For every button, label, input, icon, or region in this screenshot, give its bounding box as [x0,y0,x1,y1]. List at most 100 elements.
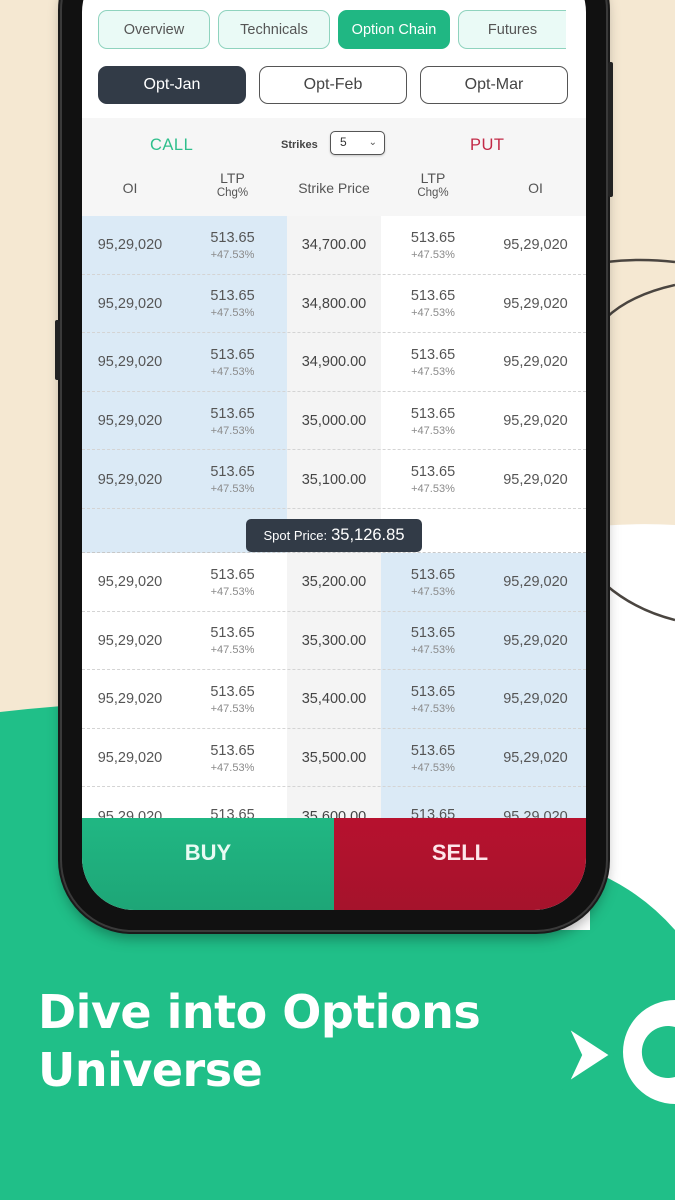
option-chain-row[interactable]: 95,29,020 513.65 +47.53% 35,000.00 513.65 +47… [82,391,586,451]
put-ltp-cell[interactable]: 513.65 +47.53% [381,611,485,671]
call-ltp-cell-change: +47.53% [210,365,255,378]
strikes-dropdown[interactable]: 5 ⌄ [330,131,385,155]
call-oi-cell[interactable]: 95,29,020 [82,274,178,334]
call-ltp-cell-change: +47.53% [210,702,255,715]
call-ltp-cell[interactable]: 513.65 +47.53% [178,553,287,612]
strike-price-cell[interactable]: 35,000.00 [287,391,381,451]
call-oi-cell[interactable]: 95,29,020 [82,216,178,275]
put-oi-cell[interactable]: 95,29,020 [485,670,586,729]
put-ltp-cell-value: 513.65 [410,625,456,642]
app-screen: Overview Technicals Option Chain Futures… [82,0,586,910]
call-oi-cell[interactable]: 95,29,020 [82,553,178,612]
call-ltp-cell-value: 513.65 [210,346,255,363]
call-ltp-cell[interactable]: 513.65 +47.53% [178,670,287,729]
call-oi-cell-value: 95,29,020 [97,750,163,767]
strike-price-cell[interactable]: 35,200.00 [287,552,381,612]
call-oi-cell-value: 95,29,020 [97,471,163,488]
call-ltp-cell[interactable]: 513.65 +47.53% [178,391,287,451]
option-chain-row[interactable]: 95,29,020 513.65 +47.53% 34,800.00 513.65 +47… [82,274,586,334]
col-put-ltp: LTP Chg% [381,170,485,199]
call-ltp-cell[interactable]: 513.65 +47.53% [178,333,287,392]
put-ltp-cell[interactable]: 513.65 +47.53% [381,333,485,392]
call-ltp-cell-value: 513.65 [210,625,255,642]
call-ltp-cell[interactable]: 513.65 +47.53% [178,274,287,334]
col-call-oi: OI [122,180,138,196]
put-oi-cell-value: 95,29,020 [503,354,568,371]
tab-futures[interactable]: Futures [458,10,566,49]
call-ltp-cell[interactable]: 513.65 +47.53% [178,450,287,509]
call-oi-cell-value: 95,29,020 [97,295,163,312]
expiry-opt-jan[interactable]: Opt-Jan [98,66,246,104]
brand-logo-icon [561,1000,675,1104]
strike-price-cell[interactable]: 35,500.00 [287,728,381,788]
call-oi-cell[interactable]: 95,29,020 [82,333,178,392]
put-oi-cell[interactable]: 95,29,020 [485,450,586,509]
call-ltp-cell-change: +47.53% [210,424,255,437]
expiry-opt-feb[interactable]: Opt-Feb [259,66,407,104]
sell-button[interactable]: SELL [334,818,586,910]
strikes-value: 5 [340,135,347,149]
put-ltp-cell[interactable]: 513.65 +47.53% [381,670,485,729]
strike-price-cell-value: 35,300.00 [301,632,367,649]
call-ltp-cell-value: 513.65 [210,683,255,700]
put-ltp-cell-change: +47.53% [411,483,455,496]
call-oi-cell[interactable]: 95,29,020 [82,612,178,671]
put-ltp-cell[interactable]: 513.65 +47.53% [381,216,485,275]
put-oi-cell[interactable]: 95,29,020 [485,728,586,788]
tab-overview[interactable]: Overview [98,10,210,49]
put-ltp-cell[interactable]: 513.65 +47.53% [381,552,485,612]
phone-power-button [608,62,613,197]
tab-option-chain[interactable]: Option Chain [338,10,450,49]
call-ltp-cell[interactable]: 513.65 +47.53% [178,216,287,275]
put-oi-cell[interactable]: 95,29,020 [485,216,586,275]
phone-side-button [55,320,60,380]
tab-technicals[interactable]: Technicals [218,10,330,49]
option-chain-row[interactable]: 95,29,020 513.65 +47.53% 35,200.00 513.65 +47… [82,552,586,612]
strike-price-cell-value: 35,200.00 [301,574,367,591]
call-ltp-cell[interactable]: 513.65 +47.53% [178,729,287,788]
strike-price-cell-value: 35,000.00 [301,413,367,430]
call-oi-cell[interactable]: 95,29,020 [82,670,178,729]
strike-price-cell[interactable]: 35,400.00 [287,670,381,729]
put-oi-cell[interactable]: 95,29,020 [485,392,586,451]
put-oi-cell[interactable]: 95,29,020 [485,275,586,334]
option-chain-row[interactable]: 95,29,020 513.65 +47.53% 34,900.00 513.65 +47… [82,333,586,392]
strike-price-cell-value: 35,500.00 [301,750,367,767]
call-ltp-cell-change: +47.53% [210,248,255,261]
col-put-chg-label: Chg% [417,187,449,199]
call-oi-cell[interactable]: 95,29,020 [82,729,178,788]
option-chain-row[interactable]: 95,29,020 513.65 +47.53% 35,400.00 513.65 +47… [82,670,586,729]
put-ltp-cell[interactable]: 513.65 +47.53% [381,392,485,451]
put-oi-cell-value: 95,29,020 [503,632,568,649]
option-chain-row[interactable]: 95,29,020 513.65 +47.53% 35,300.00 513.65 +47… [82,611,586,671]
expiry-opt-mar[interactable]: Opt-Mar [420,66,568,104]
put-oi-cell[interactable]: 95,29,020 [485,552,586,612]
put-ltp-cell[interactable]: 513.65 +47.53% [381,450,485,509]
option-chain-row[interactable]: 95,29,020 513.65 +47.53% 34,700.00 513.65 +47… [82,216,586,275]
put-ltp-cell-change: +47.53% [411,424,455,437]
col-call-chg-label: Chg% [216,187,249,199]
put-ltp-cell[interactable]: 513.65 +47.53% [381,275,485,334]
strike-price-cell[interactable]: 34,800.00 [287,274,381,334]
option-chain-row[interactable]: 95,29,020 513.65 +47.53% 35,500.00 513.65 +47… [82,728,586,788]
put-ltp-cell[interactable]: 513.65 +47.53% [381,728,485,788]
call-ltp-cell[interactable]: 513.65 +47.53% [178,612,287,671]
put-oi-cell[interactable]: 95,29,020 [485,611,586,671]
call-ltp-cell-value: 513.65 [210,229,255,246]
strike-price-cell[interactable]: 34,900.00 [287,333,381,392]
strike-price-cell[interactable]: 35,300.00 [287,611,381,671]
option-chain-rows: 95,29,020 513.65 +47.53% 34,700.00 513.65 +47… [82,216,586,846]
put-ltp-cell-change: +47.53% [411,702,455,715]
put-oi-cell-value: 95,29,020 [503,237,568,254]
call-oi-cell[interactable]: 95,29,020 [82,391,178,451]
put-oi-cell[interactable]: 95,29,020 [485,333,586,392]
call-oi-cell[interactable]: 95,29,020 [82,450,178,509]
option-chain-row[interactable]: 95,29,020 513.65 +47.53% 35,100.00 513.65 +47… [82,450,586,509]
strike-price-cell[interactable]: 35,100.00 [287,450,381,509]
buy-button[interactable]: BUY [82,818,334,910]
put-ltp-cell-value: 513.65 [410,742,456,759]
call-ltp-cell-change: +47.53% [210,483,255,496]
call-ltp-cell-change: +47.53% [210,585,255,598]
strike-price-cell[interactable]: 34,700.00 [287,216,381,275]
col-put-ltp-label: LTP [420,170,446,186]
